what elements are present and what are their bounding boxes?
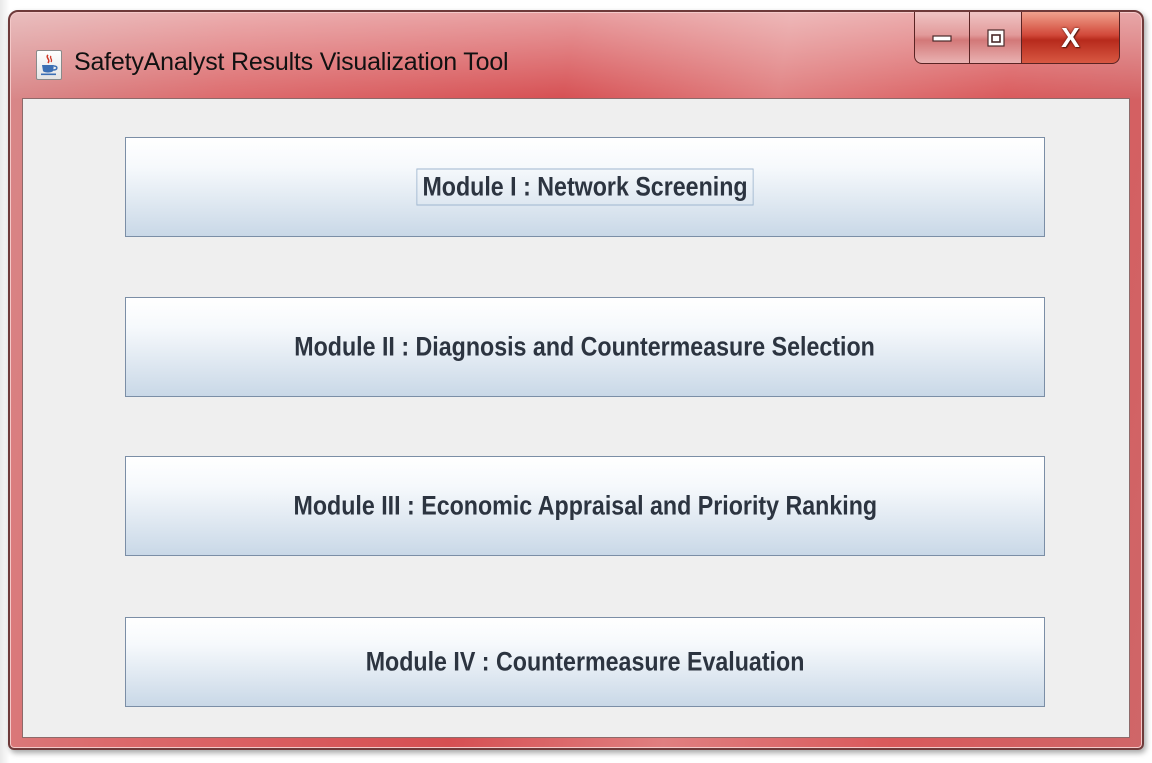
- module-button-label: Module III : Economic Appraisal and Prio…: [126, 489, 1044, 524]
- page: SafetyAnalyst Results Visualization Tool…: [0, 0, 1152, 763]
- module-button-label: Module II : Diagnosis and Countermeasure…: [126, 330, 1044, 365]
- module-2-diagnosis-button[interactable]: Module II : Diagnosis and Countermeasure…: [125, 297, 1045, 397]
- module-1-network-screening-button[interactable]: Module I : Network Screening: [125, 137, 1045, 237]
- module-3-economic-appraisal-button[interactable]: Module III : Economic Appraisal and Prio…: [125, 456, 1045, 556]
- content-panel: Module I : Network Screening Module II :…: [22, 98, 1130, 738]
- module-3-label: Module III : Economic Appraisal and Prio…: [293, 490, 877, 521]
- app-window: SafetyAnalyst Results Visualization Tool…: [8, 10, 1144, 750]
- close-button[interactable]: X: [1022, 12, 1120, 64]
- maximize-icon: [986, 28, 1005, 47]
- maximize-button[interactable]: [970, 12, 1022, 64]
- title-bar[interactable]: SafetyAnalyst Results Visualization Tool…: [10, 12, 1142, 96]
- minimize-icon: [932, 34, 952, 42]
- java-cup-icon: [36, 50, 62, 80]
- module-4-label: Module IV : Countermeasure Evaluation: [365, 646, 805, 677]
- minimize-button[interactable]: [914, 12, 970, 64]
- caption-buttons: X: [914, 12, 1120, 68]
- module-1-label: Module I : Network Screening: [416, 168, 754, 206]
- module-2-label: Module II : Diagnosis and Countermeasure…: [294, 331, 876, 362]
- module-4-countermeasure-evaluation-button[interactable]: Module IV : Countermeasure Evaluation: [125, 617, 1045, 707]
- module-button-label: Module IV : Countermeasure Evaluation: [126, 645, 1044, 680]
- close-icon: X: [1061, 21, 1080, 53]
- module-button-label: Module I : Network Screening: [126, 168, 1044, 206]
- window-title: SafetyAnalyst Results Visualization Tool: [74, 48, 509, 76]
